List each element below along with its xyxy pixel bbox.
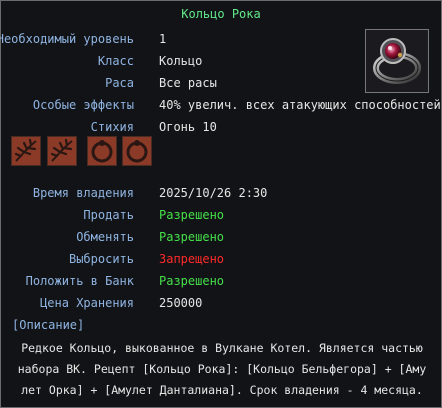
required-level-label: Необходимый уровень: [0, 32, 134, 46]
trade-label: Обменять: [76, 230, 134, 244]
row-element: Стихия Огонь 10: [1, 118, 441, 136]
row-special-effects: Особые эффекты 40% увелич. всех атакующи…: [1, 96, 441, 114]
bank-label: Положить в Банк: [25, 274, 134, 288]
race-label: Раса: [105, 76, 134, 90]
row-required-level: Необходимый уровень 1: [0, 30, 441, 48]
special-effects-value: 40% увелич. всех атакующих способностей: [159, 98, 441, 112]
row-trade: Обменять Разрешено: [1, 228, 441, 246]
class-value: Кольцо: [159, 54, 203, 68]
bank-status: Разрешено: [159, 274, 225, 288]
ownership-time-label: Время владения: [32, 186, 134, 200]
ring-material-icon[interactable]: [87, 136, 117, 166]
row-race: Раса Все расы: [1, 74, 441, 92]
item-tooltip: Кольцо Рока Необходимый уровень 1 Класс …: [0, 0, 442, 408]
description-header: [Описание]: [12, 318, 85, 332]
trade-status: Разрешено: [159, 230, 225, 244]
drop-status: Запрещено: [159, 252, 225, 266]
storage-price-label: Цена Хранения: [40, 296, 134, 310]
storage-price-value: 250000: [159, 296, 203, 310]
ownership-time-value: 2025/10/26 2:30: [159, 186, 268, 200]
special-effects-label: Особые эффекты: [32, 98, 134, 112]
element-label: Стихия: [90, 120, 134, 134]
element-value: Огонь 10: [159, 120, 217, 134]
row-storage-price: Цена Хранения 250000: [1, 294, 441, 312]
race-value: Все расы: [159, 76, 217, 90]
row-class: Класс Кольцо: [1, 52, 441, 70]
required-level-value: 1: [159, 32, 167, 46]
leaf-material-icon[interactable]: [11, 136, 41, 166]
sell-status: Разрешено: [159, 208, 225, 222]
description-text: Редкое Кольцо, выкованное в Вулкане Коте…: [17, 341, 427, 397]
ring-material-icon[interactable]: [122, 136, 152, 166]
sell-label: Продать: [83, 208, 134, 222]
item-name: Кольцо Рока: [181, 7, 261, 21]
class-label: Класс: [97, 54, 134, 68]
row-sell: Продать Разрешено: [1, 206, 441, 224]
row-bank: Положить в Банк Разрешено: [1, 272, 441, 290]
leaf-material-icon[interactable]: [47, 136, 77, 166]
drop-label: Выбросить: [68, 252, 134, 266]
row-ownership-time: Время владения 2025/10/26 2:30: [1, 184, 441, 202]
row-drop: Выбросить Запрещено: [1, 250, 441, 268]
